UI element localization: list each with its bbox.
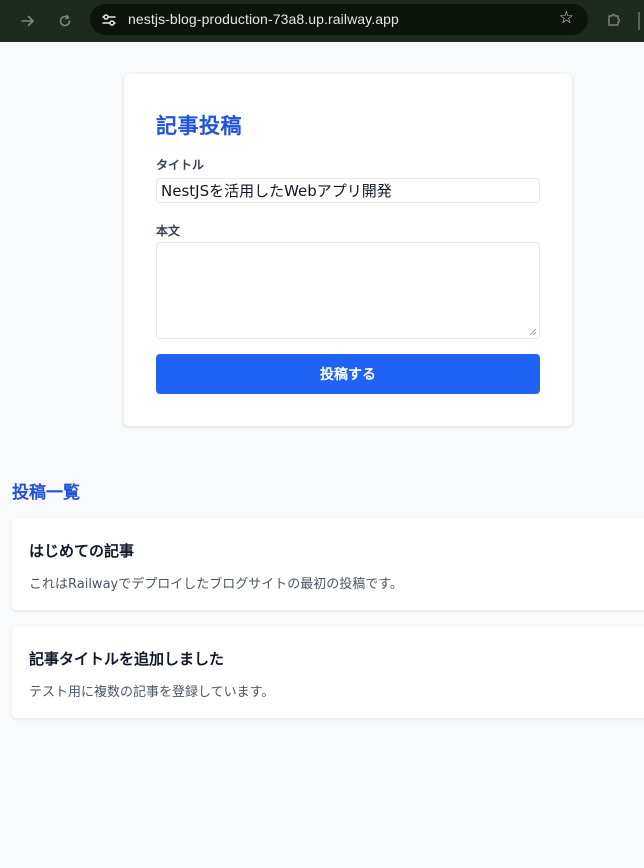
post-title: はじめての記事 — [29, 542, 135, 560]
body-textarea[interactable] — [156, 242, 540, 339]
extensions-button[interactable] — [604, 10, 624, 30]
toolbar-divider — [638, 12, 640, 30]
tune-icon — [102, 14, 116, 26]
title-input[interactable]: NestJSを活用したWebアプリ開発 — [156, 178, 540, 203]
body-label: 本文 — [156, 224, 181, 238]
browser-toolbar: nestjs-blog-production-73a8.up.railway.a… — [0, 0, 644, 42]
post-body: テスト用に複数の記事を登録しています。 — [29, 685, 275, 700]
site-info-button[interactable] — [98, 9, 120, 31]
puzzle-icon — [608, 13, 621, 26]
url-text[interactable]: nestjs-blog-production-73a8.up.railway.a… — [128, 11, 399, 27]
resize-grip-icon[interactable] — [529, 328, 537, 336]
reload-button[interactable] — [54, 10, 76, 32]
post-card[interactable]: 記事タイトルを追加しました テスト用に複数の記事を登録しています。 — [12, 626, 644, 718]
submit-button[interactable]: 投稿する — [156, 354, 540, 394]
reload-icon — [59, 14, 71, 27]
post-card[interactable]: はじめての記事 これはRailwayでデプロイしたブログサイトの最初の投稿です。 — [12, 518, 644, 610]
bookmark-star-icon[interactable]: ☆ — [559, 8, 574, 28]
post-body: これはRailwayでデプロイしたブログサイトの最初の投稿です。 — [29, 577, 403, 592]
arrow-right-icon — [21, 15, 34, 27]
posts-heading: 投稿一覧 — [12, 483, 80, 503]
title-label: タイトル — [156, 158, 205, 172]
form-heading: 記事投稿 — [156, 114, 242, 138]
address-bar[interactable]: nestjs-blog-production-73a8.up.railway.a… — [90, 4, 588, 35]
post-form-card: 記事投稿 タイトル NestJSを活用したWebアプリ開発 本文 投稿する — [124, 74, 572, 426]
post-title: 記事タイトルを追加しました — [29, 650, 225, 668]
forward-button[interactable] — [17, 10, 39, 32]
